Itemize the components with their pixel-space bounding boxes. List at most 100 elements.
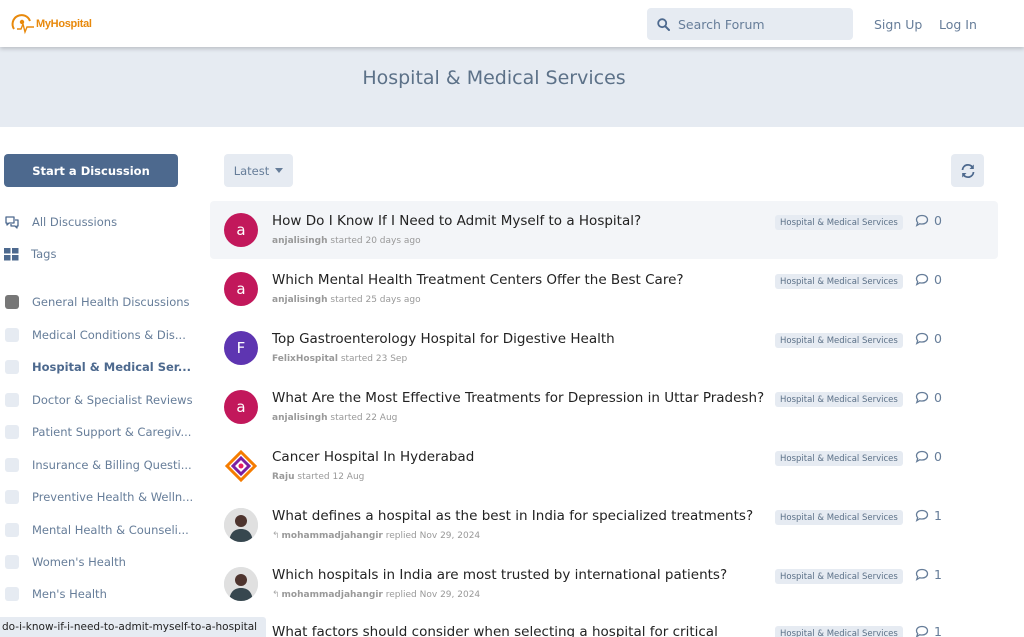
discussion-tag-badge[interactable]: Hospital & Medical Services: [775, 451, 903, 466]
login-link[interactable]: Log In: [939, 17, 977, 32]
discussion-row[interactable]: Cancer Hospital In Hyderabad Raju starte…: [210, 437, 998, 495]
meta-time: Nov 29, 2024: [419, 590, 481, 600]
meta-time: 20 days ago: [365, 236, 421, 246]
site-logo[interactable]: MyHospital: [10, 13, 92, 35]
start-discussion-button[interactable]: Start a Discussion: [4, 154, 178, 187]
sidebar-tag-mens-health[interactable]: Men's Health: [5, 584, 107, 604]
avatar[interactable]: [224, 449, 258, 483]
discussion-row[interactable]: What defines a hospital as the best in I…: [210, 496, 998, 554]
discussion-title[interactable]: Cancer Hospital In Hyderabad: [272, 449, 474, 465]
reply-arrow-icon: ↰: [272, 590, 280, 600]
author-name[interactable]: anjalisingh: [272, 295, 328, 305]
sort-label: Latest: [233, 163, 270, 178]
author-name[interactable]: anjalisingh: [272, 413, 328, 423]
discussion-title[interactable]: Which hospitals in India are most truste…: [272, 567, 727, 583]
meta-action: started: [330, 413, 363, 423]
avatar[interactable]: a: [224, 390, 258, 424]
avatar[interactable]: a: [224, 213, 258, 247]
meta-time: Nov 29, 2024: [419, 531, 481, 541]
reply-count: 1: [915, 624, 942, 637]
nav-all-discussions[interactable]: All Discussions: [4, 212, 117, 232]
meta-time: 12 Aug: [332, 472, 365, 482]
discussion-meta: anjalisingh started 25 days ago: [272, 295, 421, 305]
discussion-title[interactable]: What factors should consider when select…: [272, 624, 718, 637]
avatar[interactable]: [224, 567, 258, 601]
discussion-row[interactable]: a How Do I Know If I Need to Admit Mysel…: [210, 201, 998, 259]
tag-label: Preventive Health & Welln...: [32, 490, 194, 504]
meta-action: replied: [385, 531, 417, 541]
logo-icon: [11, 14, 34, 35]
discussion-meta: ↰ mohammadjahangir replied Nov 29, 2024: [272, 590, 480, 600]
discussion-meta: Raju started 12 Aug: [272, 472, 364, 482]
refresh-button[interactable]: [951, 154, 984, 187]
sidebar-tag-mental-health[interactable]: Mental Health & Counseli...: [5, 520, 189, 540]
discussion-row[interactable]: a Which Mental Health Treatment Centers …: [210, 260, 998, 318]
discussion-tag-badge[interactable]: Hospital & Medical Services: [775, 333, 903, 348]
avatar[interactable]: F: [224, 331, 258, 365]
sidebar-tag-general-health[interactable]: General Health Discussions: [5, 292, 190, 312]
sidebar-tag-preventive-health[interactable]: Preventive Health & Welln...: [5, 487, 193, 507]
tag-color-swatch: [5, 458, 19, 472]
reply-count: 0: [915, 449, 942, 464]
author-name[interactable]: FelixHospital: [272, 354, 338, 364]
discussion-row[interactable]: Which hospitals in India are most truste…: [210, 555, 998, 613]
avatar[interactable]: [224, 508, 258, 542]
signup-link[interactable]: Sign Up: [874, 17, 922, 32]
discussion-row[interactable]: What factors should consider when select…: [210, 612, 998, 637]
sidebar-tag-insurance-billing[interactable]: Insurance & Billing Questi...: [5, 455, 192, 475]
raju-avatar-icon: [224, 449, 258, 483]
avatar[interactable]: a: [224, 272, 258, 306]
comment-icon: [915, 391, 929, 404]
tag-color-swatch: [5, 523, 19, 537]
discussion-row[interactable]: a What Are the Most Effective Treatments…: [210, 378, 998, 436]
tag-label: Insurance & Billing Questi...: [32, 458, 192, 472]
tag-label: Patient Support & Caregiv...: [32, 425, 192, 439]
sidebar-tag-medical-conditions[interactable]: Medical Conditions & Dis...: [5, 325, 186, 345]
sort-dropdown[interactable]: Latest: [224, 154, 293, 187]
author-name[interactable]: anjalisingh: [272, 236, 328, 246]
top-header: MyHospital Search Forum Sign Up Log In: [0, 0, 1024, 47]
discussion-title[interactable]: Top Gastroenterology Hospital for Digest…: [272, 331, 615, 347]
reply-count-value: 1: [934, 508, 942, 523]
reply-count-value: 1: [934, 624, 942, 637]
discussion-title[interactable]: Which Mental Health Treatment Centers Of…: [272, 272, 684, 288]
grid-icon: [4, 247, 19, 260]
discussion-tag-badge[interactable]: Hospital & Medical Services: [775, 626, 903, 637]
discussion-row[interactable]: F Top Gastroenterology Hospital for Dige…: [210, 319, 998, 377]
discussion-meta: FelixHospital started 23 Sep: [272, 354, 407, 364]
sidebar-tag-womens-health[interactable]: Women's Health: [5, 552, 126, 572]
search-icon: [657, 17, 670, 31]
discussion-tag-badge[interactable]: Hospital & Medical Services: [775, 215, 903, 230]
discussion-tag-badge[interactable]: Hospital & Medical Services: [775, 510, 903, 525]
reply-count: 0: [915, 272, 942, 287]
nav-tags[interactable]: Tags: [4, 244, 56, 264]
reply-count-value: 0: [934, 390, 942, 405]
reply-count: 1: [915, 567, 942, 582]
reply-arrow-icon: ↰: [272, 531, 280, 541]
tag-color-swatch: [5, 295, 19, 309]
comment-icon: [915, 568, 929, 581]
reply-count: 0: [915, 390, 942, 405]
search-input[interactable]: Search Forum: [647, 8, 853, 40]
tag-label: Men's Health: [32, 587, 107, 601]
author-name[interactable]: Raju: [272, 472, 295, 482]
comment-icon: [915, 625, 929, 637]
refresh-icon: [961, 163, 974, 178]
discussion-title[interactable]: How Do I Know If I Need to Admit Myself …: [272, 213, 641, 229]
author-name[interactable]: mohammadjahangir: [282, 590, 383, 600]
discussion-title[interactable]: What defines a hospital as the best in I…: [272, 508, 753, 524]
reply-count-value: 0: [934, 272, 942, 287]
sidebar-tag-hospital-medical-services[interactable]: Hospital & Medical Ser...: [5, 357, 191, 377]
discussion-tag-badge[interactable]: Hospital & Medical Services: [775, 569, 903, 584]
discussion-tag-badge[interactable]: Hospital & Medical Services: [775, 392, 903, 407]
discussion-tag-badge[interactable]: Hospital & Medical Services: [775, 274, 903, 289]
reply-count: 0: [915, 331, 942, 346]
sidebar-tag-patient-support[interactable]: Patient Support & Caregiv...: [5, 422, 191, 442]
tag-label: General Health Discussions: [32, 295, 190, 309]
nav-label: Tags: [31, 247, 57, 261]
discussion-title[interactable]: What Are the Most Effective Treatments f…: [272, 390, 764, 406]
author-name[interactable]: mohammadjahangir: [282, 531, 383, 541]
sidebar-tag-doctor-reviews[interactable]: Doctor & Specialist Reviews: [5, 390, 193, 410]
tag-color-swatch: [5, 393, 19, 407]
meta-action: replied: [385, 590, 417, 600]
